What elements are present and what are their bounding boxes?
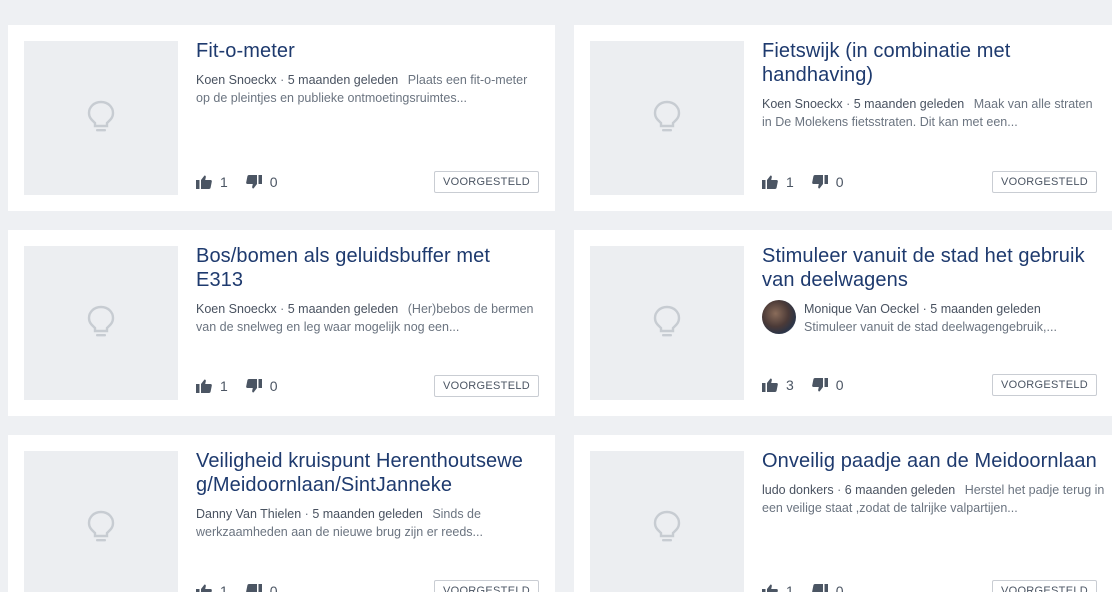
idea-author[interactable]: Danny Van Thielen xyxy=(196,507,301,521)
thumbs-up-icon xyxy=(762,584,778,592)
thumbs-up-icon xyxy=(196,379,212,393)
meta-separator: · xyxy=(304,507,309,521)
idea-footer: 1 0 VOORGESTELD xyxy=(196,375,539,397)
idea-date: 5 maanden geleden xyxy=(930,302,1041,316)
idea-date: 5 maanden geleden xyxy=(853,97,965,111)
like-button[interactable]: 1 xyxy=(762,174,794,190)
idea-card[interactable]: Fit-o-meter Koen Snoeckx · 5 maanden gel… xyxy=(8,25,555,211)
thumbs-up-icon xyxy=(762,378,778,392)
like-count: 3 xyxy=(786,377,794,393)
like-count: 1 xyxy=(786,583,794,592)
idea-thumbnail xyxy=(590,451,744,592)
idea-footer: 1 0 VOORGESTELD xyxy=(196,580,539,592)
idea-author[interactable]: Koen Snoeckx xyxy=(196,73,277,87)
meta-separator: · xyxy=(837,483,842,497)
idea-title[interactable]: Fit-o-meter xyxy=(196,39,539,63)
lightbulb-icon xyxy=(653,510,681,542)
like-button[interactable]: 1 xyxy=(196,174,228,190)
dislike-count: 0 xyxy=(835,583,844,592)
idea-date: 5 maanden geleden xyxy=(312,507,423,521)
thumbs-up-icon xyxy=(762,175,778,189)
thumbs-down-icon xyxy=(811,584,828,592)
dislike-count: 0 xyxy=(835,174,844,190)
thumbs-down-icon xyxy=(245,175,262,189)
idea-meta: ludo donkers · 6 maanden geleden Herstel… xyxy=(762,481,1105,517)
status-badge: VOORGESTELD xyxy=(991,580,1097,592)
dislike-button[interactable]: 0 xyxy=(811,377,844,393)
idea-thumbnail xyxy=(24,246,178,400)
dislike-count: 0 xyxy=(269,583,278,592)
idea-title[interactable]: Fietswijk (in combinatie met handhaving) xyxy=(762,39,1105,87)
meta-separator: · xyxy=(922,302,927,316)
status-badge: VOORGESTELD xyxy=(433,580,539,592)
idea-date: 5 maanden geleden xyxy=(287,73,399,87)
like-count: 1 xyxy=(220,583,228,592)
idea-author[interactable]: Monique Van Oeckel xyxy=(804,302,919,316)
avatar[interactable] xyxy=(762,300,796,334)
thumbs-down-icon xyxy=(811,175,828,189)
idea-meta: Danny Van Thielen · 5 maanden geleden Si… xyxy=(196,505,539,541)
idea-footer: 1 0 VOORGESTELD xyxy=(762,171,1097,193)
idea-meta: Koen Snoeckx · 5 maanden geleden Maak va… xyxy=(762,95,1105,131)
status-badge: VOORGESTELD xyxy=(991,171,1097,193)
idea-author[interactable]: Koen Snoeckx xyxy=(196,302,277,316)
idea-title[interactable]: Veiligheid kruispunt Herenthoutseweg/Mei… xyxy=(196,449,539,497)
dislike-button[interactable]: 0 xyxy=(245,378,278,394)
thumbs-down-icon xyxy=(245,379,262,393)
idea-thumbnail xyxy=(24,451,178,592)
like-button[interactable]: 1 xyxy=(196,378,228,394)
dislike-button[interactable]: 0 xyxy=(245,174,278,190)
like-count: 1 xyxy=(220,378,228,394)
lightbulb-icon xyxy=(87,510,115,542)
idea-excerpt: Stimuleer vanuit de stad deelwagengebrui… xyxy=(804,320,1057,334)
idea-card[interactable]: Bos/bomen als geluidsbuffer met E313 Koe… xyxy=(8,230,555,416)
idea-footer: 1 0 VOORGESTELD xyxy=(196,171,539,193)
idea-title[interactable]: Onveilig paadje aan de Meidoornlaan xyxy=(762,449,1105,473)
dislike-button[interactable]: 0 xyxy=(811,583,844,592)
idea-card[interactable]: Veiligheid kruispunt Herenthoutseweg/Mei… xyxy=(8,435,555,592)
meta-separator: · xyxy=(280,73,285,87)
idea-card[interactable]: Fietswijk (in combinatie met handhaving)… xyxy=(574,25,1112,211)
status-badge: VOORGESTELD xyxy=(433,171,539,193)
idea-title[interactable]: Bos/bomen als geluidsbuffer met E313 xyxy=(196,244,539,292)
like-button[interactable]: 3 xyxy=(762,377,794,393)
thumbs-down-icon xyxy=(245,584,262,592)
like-count: 1 xyxy=(786,174,794,190)
idea-meta: Koen Snoeckx · 5 maanden geleden Plaats … xyxy=(196,71,539,107)
idea-title[interactable]: Stimuleer vanuit de stad het gebruik van… xyxy=(762,244,1105,292)
thumbs-up-icon xyxy=(196,175,212,189)
idea-footer: 1 0 VOORGESTELD xyxy=(762,580,1097,592)
status-badge: VOORGESTELD xyxy=(991,374,1097,396)
ideas-grid: Fit-o-meter Koen Snoeckx · 5 maanden gel… xyxy=(0,0,1112,592)
idea-card[interactable]: Stimuleer vanuit de stad het gebruik van… xyxy=(574,230,1112,416)
idea-thumbnail xyxy=(590,41,744,195)
idea-card[interactable]: Onveilig paadje aan de Meidoornlaan ludo… xyxy=(574,435,1112,592)
status-badge: VOORGESTELD xyxy=(433,375,539,397)
idea-thumbnail xyxy=(590,246,744,400)
idea-meta: Koen Snoeckx · 5 maanden geleden (Her)be… xyxy=(196,300,539,336)
dislike-button[interactable]: 0 xyxy=(245,583,278,592)
idea-thumbnail xyxy=(24,41,178,195)
idea-author[interactable]: Koen Snoeckx xyxy=(762,97,843,111)
idea-author[interactable]: ludo donkers xyxy=(762,483,834,497)
dislike-button[interactable]: 0 xyxy=(811,174,844,190)
thumbs-up-icon xyxy=(196,584,212,592)
lightbulb-icon xyxy=(87,305,115,337)
meta-separator: · xyxy=(280,302,285,316)
thumbs-down-icon xyxy=(811,378,828,392)
lightbulb-icon xyxy=(87,100,115,132)
idea-date: 5 maanden geleden xyxy=(287,302,399,316)
lightbulb-icon xyxy=(653,305,681,337)
dislike-count: 0 xyxy=(269,378,278,394)
like-count: 1 xyxy=(220,174,228,190)
like-button[interactable]: 1 xyxy=(762,583,794,592)
idea-footer: 3 0 VOORGESTELD xyxy=(762,374,1097,396)
dislike-count: 0 xyxy=(269,174,278,190)
like-button[interactable]: 1 xyxy=(196,583,228,592)
idea-meta: Monique Van Oeckel · 5 maanden geleden S… xyxy=(762,300,1105,336)
idea-date: 6 maanden geleden xyxy=(844,483,956,497)
lightbulb-icon xyxy=(653,100,681,132)
meta-separator: · xyxy=(846,97,851,111)
dislike-count: 0 xyxy=(835,377,844,393)
